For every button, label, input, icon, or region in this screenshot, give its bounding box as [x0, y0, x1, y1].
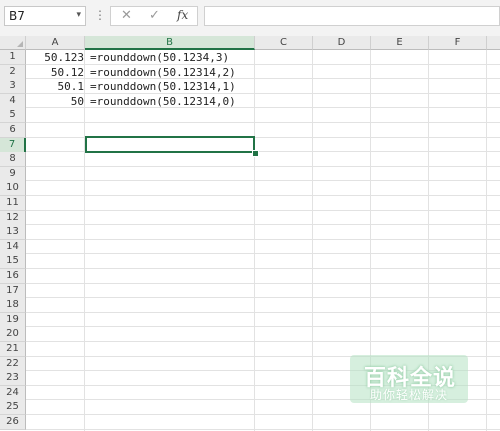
insert-function-icon[interactable]: fx: [177, 8, 188, 22]
row-header-2[interactable]: 2: [0, 65, 26, 80]
row-header-17[interactable]: 17: [0, 284, 26, 299]
cell-a1[interactable]: 50.123: [26, 52, 84, 64]
name-box-value: B7: [9, 9, 25, 23]
cell-b3[interactable]: =rounddown(50.12314,1): [90, 81, 236, 93]
formula-input[interactable]: [204, 6, 500, 26]
gridline: [26, 166, 500, 167]
row-header-23[interactable]: 23: [0, 371, 26, 386]
gridline: [26, 180, 500, 181]
name-box[interactable]: B7 ▾: [4, 6, 86, 26]
gridline: [26, 326, 500, 327]
row-header-12[interactable]: 12: [0, 211, 26, 226]
cell-b4[interactable]: =rounddown(50.12314,0): [90, 96, 236, 108]
row-header-9[interactable]: 9: [0, 167, 26, 182]
row-header-19[interactable]: 19: [0, 313, 26, 328]
cell-a4[interactable]: 50: [26, 96, 84, 108]
row-header-11[interactable]: 11: [0, 196, 26, 211]
select-all-corner[interactable]: [0, 36, 26, 50]
row-header-18[interactable]: 18: [0, 298, 26, 313]
column-header-b[interactable]: B: [85, 36, 255, 50]
row-header-21[interactable]: 21: [0, 342, 26, 357]
gridline: [26, 195, 500, 196]
active-cell-b7[interactable]: [85, 136, 255, 153]
row-header-26[interactable]: 26: [0, 415, 26, 430]
cell-b2[interactable]: =rounddown(50.12314,2): [90, 67, 236, 79]
cell-b1[interactable]: =rounddown(50.1234,3): [90, 52, 229, 64]
column-header-a[interactable]: A: [26, 36, 85, 50]
gridline: [26, 239, 500, 240]
cell-a3[interactable]: 50.1: [26, 81, 85, 93]
formula-buttons: ✕ ✓ fx: [110, 6, 198, 26]
more-options-icon[interactable]: ⋮: [94, 8, 106, 22]
cell-a2[interactable]: 50.12: [26, 67, 84, 79]
column-header-d[interactable]: D: [313, 36, 371, 50]
watermark-subtitle: 助你轻松解决: [370, 388, 449, 402]
gridline: [26, 341, 500, 342]
column-header-partial: [487, 36, 500, 50]
row-header-14[interactable]: 14: [0, 240, 26, 255]
row-header-24[interactable]: 24: [0, 386, 26, 401]
row-header-4[interactable]: 4: [0, 94, 26, 109]
row-header-15[interactable]: 15: [0, 254, 26, 269]
row-header-22[interactable]: 22: [0, 357, 26, 372]
gridline: [26, 122, 500, 123]
row-header-8[interactable]: 8: [0, 152, 26, 167]
column-header-f[interactable]: F: [429, 36, 487, 50]
row-header-16[interactable]: 16: [0, 269, 26, 284]
row-header-6[interactable]: 6: [0, 123, 26, 138]
row-header-1[interactable]: 1: [0, 50, 26, 65]
gridline: [26, 93, 500, 94]
row-header-25[interactable]: 25: [0, 400, 26, 415]
column-header-c[interactable]: C: [255, 36, 313, 50]
gridline: [26, 268, 500, 269]
row-header-20[interactable]: 20: [0, 327, 26, 342]
gridline: [26, 64, 500, 65]
row-header-7[interactable]: 7: [0, 138, 26, 153]
row-header-13[interactable]: 13: [0, 225, 26, 240]
fill-handle[interactable]: [252, 150, 259, 157]
enter-icon[interactable]: ✓: [149, 8, 160, 23]
gridline: [26, 312, 500, 313]
gridline: [26, 283, 500, 284]
row-header-5[interactable]: 5: [0, 108, 26, 123]
gridline: [26, 429, 500, 430]
gridline: [26, 224, 500, 225]
formula-bar: B7 ▾ ⋮ ✕ ✓ fx: [0, 0, 500, 37]
chevron-down-icon[interactable]: ▾: [76, 10, 81, 20]
cancel-icon[interactable]: ✕: [121, 8, 132, 23]
select-all-icon: [17, 41, 23, 47]
row-header-3[interactable]: 3: [0, 79, 26, 94]
gridline: [26, 253, 500, 254]
gridline: [26, 210, 500, 211]
column-header-e[interactable]: E: [371, 36, 429, 50]
row-header-10[interactable]: 10: [0, 181, 26, 196]
gridline: [26, 297, 500, 298]
gridline: [26, 414, 500, 415]
